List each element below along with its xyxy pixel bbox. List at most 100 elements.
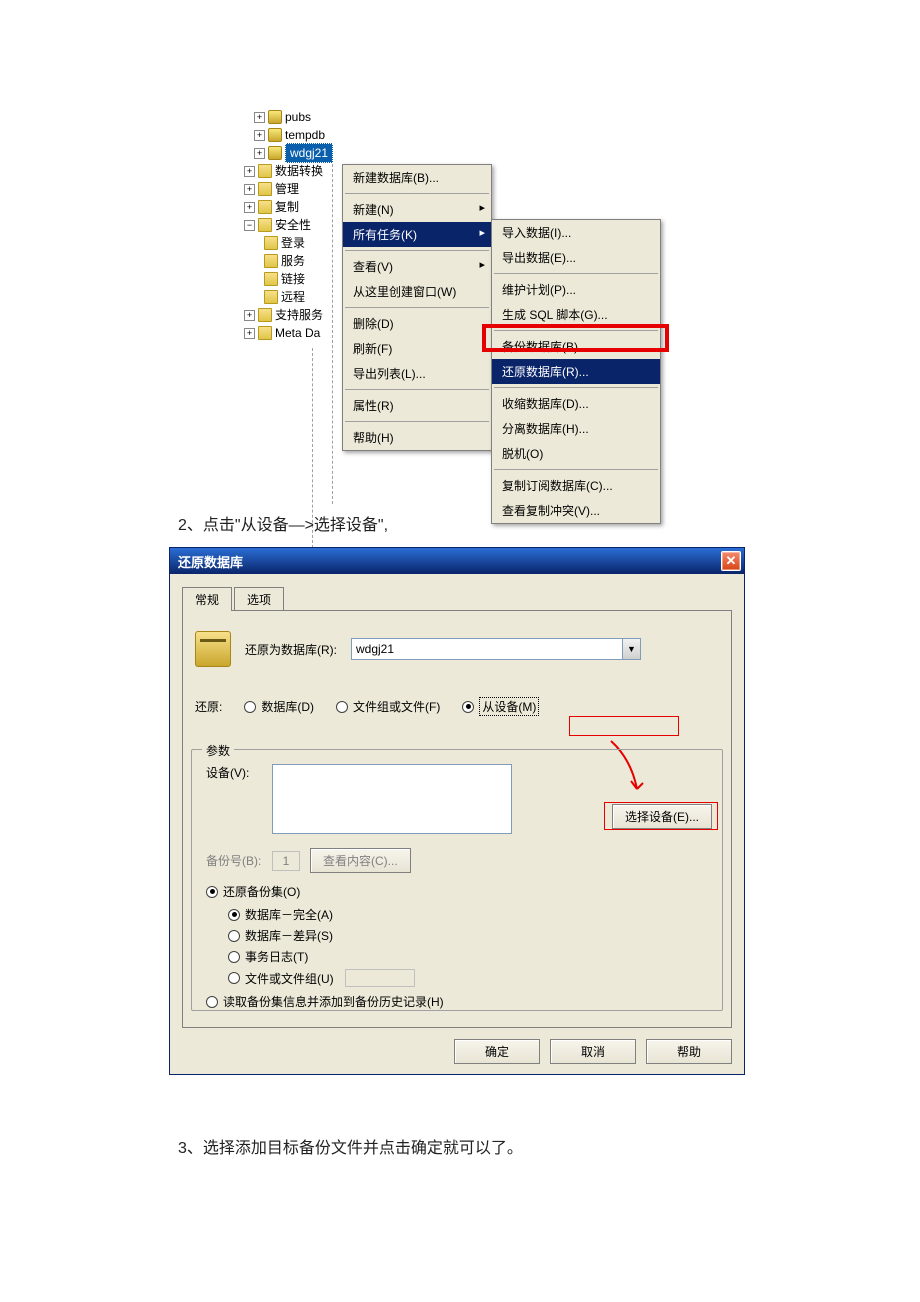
tree-label: 链接 (281, 270, 305, 288)
menu-separator (345, 307, 489, 308)
expander-plus-icon[interactable] (254, 148, 265, 159)
radio-label: 事务日志(T) (245, 948, 308, 965)
radio-filegroup[interactable]: 文件组或文件(F) (336, 698, 440, 715)
expander-plus-icon[interactable] (244, 184, 255, 195)
radio-dot-checked-icon (228, 909, 240, 921)
folder-icon (258, 308, 272, 322)
expander-minus-icon[interactable] (244, 220, 255, 231)
menu-separator (494, 273, 658, 274)
radio-database[interactable]: 数据库(D) (244, 698, 314, 715)
radio-restore-backup-set[interactable]: 还原备份集(O) (206, 883, 300, 900)
dropdown-arrow-icon[interactable]: ▼ (622, 639, 640, 659)
tree-label-selected: wdgj21 (285, 143, 333, 163)
ctx-item-delete[interactable]: 删除(D) (343, 311, 491, 336)
ctx-item-gen-sql[interactable]: 生成 SQL 脚本(G)... (492, 302, 660, 327)
ctx-item-new[interactable]: 新建(N) (343, 197, 491, 222)
expander-plus-icon[interactable] (254, 130, 265, 141)
radio-file-or-filegroup[interactable]: 文件或文件组(U) (228, 969, 712, 987)
restore-as-label: 还原为数据库(R): (245, 641, 337, 658)
tree-label: Meta Da (275, 324, 320, 342)
filegroup-textbox-disabled (345, 969, 415, 987)
ctx-item-help[interactable]: 帮助(H) (343, 425, 491, 450)
expander-plus-icon[interactable] (254, 112, 265, 123)
tree-node-tempdb[interactable]: tempdb (244, 126, 364, 144)
radio-label: 文件组或文件(F) (353, 698, 440, 715)
restore-as-value: wdgj21 (356, 642, 394, 656)
folder-icon (264, 236, 278, 250)
ctx-item-view[interactable]: 查看(V) (343, 254, 491, 279)
radio-db-complete[interactable]: 数据库－完全(A) (228, 906, 712, 923)
cancel-button[interactable]: 取消 (550, 1039, 636, 1064)
radio-dot-icon (206, 996, 218, 1008)
radio-from-device[interactable]: 从设备(M) (462, 697, 539, 716)
help-button[interactable]: 帮助 (646, 1039, 732, 1064)
restore-as-combobox[interactable]: wdgj21 ▼ (351, 638, 641, 660)
expander-plus-icon[interactable] (244, 328, 255, 339)
ctx-item-export-list[interactable]: 导出列表(L)... (343, 361, 491, 386)
ctx-item-properties[interactable]: 属性(R) (343, 393, 491, 418)
expander-plus-icon[interactable] (244, 310, 255, 321)
ok-button[interactable]: 确定 (454, 1039, 540, 1064)
tree-label: 复制 (275, 198, 299, 216)
tree-label: pubs (285, 108, 311, 126)
database-icon (268, 146, 282, 160)
ctx-item-backup-db[interactable]: 备份数据库(B)... (492, 334, 660, 359)
ctx-item-import-data[interactable]: 导入数据(I)... (492, 220, 660, 245)
radio-label: 还原备份集(O) (223, 883, 300, 900)
radio-label: 文件或文件组(U) (245, 970, 334, 987)
dialog-titlebar: 还原数据库 ✕ (170, 548, 744, 574)
context-menu-level1: 新建数据库(B)... 新建(N) 所有任务(K) 查看(V) 从这里创建窗口(… (342, 164, 492, 451)
close-button[interactable]: ✕ (721, 551, 741, 571)
ctx-item-view-conflicts[interactable]: 查看复制冲突(V)... (492, 498, 660, 523)
ctx-item-copy-sub[interactable]: 复制订阅数据库(C)... (492, 473, 660, 498)
ctx-item-detach-db[interactable]: 分离数据库(H)... (492, 416, 660, 441)
ctx-item-restore-db[interactable]: 还原数据库(R)... (492, 359, 660, 384)
expander-plus-icon[interactable] (244, 166, 255, 177)
radio-label: 读取备份集信息并添加到备份历史记录(H) (223, 993, 444, 1010)
ctx-item-shrink-db[interactable]: 收缩数据库(D)... (492, 391, 660, 416)
devices-label: 设备(V): (206, 764, 262, 781)
dialog-title: 还原数据库 (178, 552, 243, 571)
devices-textbox[interactable] (272, 764, 512, 834)
tree-label: tempdb (285, 126, 325, 144)
ctx-item-maint-plan[interactable]: 维护计划(P)... (492, 277, 660, 302)
radio-dot-icon (336, 701, 348, 713)
radio-label: 数据库(D) (261, 698, 314, 715)
tab-general[interactable]: 常规 (182, 587, 232, 611)
radio-dot-icon (244, 701, 256, 713)
tree-label: 远程 (281, 288, 305, 306)
folder-icon (258, 200, 272, 214)
restore-database-dialog: 还原数据库 ✕ 常规 选项 还原为数据库(R): wdgj21 ▼ 还原: (169, 547, 745, 1075)
radio-db-diff[interactable]: 数据库－差异(S) (228, 927, 712, 944)
backup-number-value: 1 (272, 851, 300, 871)
menu-separator (345, 389, 489, 390)
radio-txlog[interactable]: 事务日志(T) (228, 948, 712, 965)
menu-separator (345, 421, 489, 422)
radio-label-focused: 从设备(M) (479, 697, 539, 716)
folder-icon (258, 218, 272, 232)
ctx-item-refresh[interactable]: 刷新(F) (343, 336, 491, 361)
select-device-button[interactable]: 选择设备(E)... (612, 804, 712, 829)
view-contents-button: 查看内容(C)... (310, 848, 411, 873)
restore-label: 还原: (195, 698, 222, 715)
folder-icon (258, 182, 272, 196)
radio-dot-checked-icon (206, 886, 218, 898)
menu-separator (494, 330, 658, 331)
radio-read-backup-info[interactable]: 读取备份集信息并添加到备份历史记录(H) (206, 993, 444, 1010)
tab-options[interactable]: 选项 (234, 587, 284, 611)
tab-panel-general: 还原为数据库(R): wdgj21 ▼ 还原: 数据库(D) 文件组或文件(F) (182, 610, 732, 1028)
ctx-item-export-data[interactable]: 导出数据(E)... (492, 245, 660, 270)
ctx-item-new-window[interactable]: 从这里创建窗口(W) (343, 279, 491, 304)
parameters-groupbox: 参数 设备(V): 选择设备(E)... 备份号(B): 1 查看内容(C)..… (191, 749, 723, 1011)
ctx-item-all-tasks[interactable]: 所有任务(K) (343, 222, 491, 247)
ctx-item-new-database[interactable]: 新建数据库(B)... (343, 165, 491, 190)
ctx-item-offline[interactable]: 脱机(O) (492, 441, 660, 466)
context-menu-level2: 导入数据(I)... 导出数据(E)... 维护计划(P)... 生成 SQL … (491, 219, 661, 524)
backup-number-label: 备份号(B): (206, 852, 262, 869)
menu-separator (494, 469, 658, 470)
annotation-red-box-from-device (569, 716, 679, 736)
tree-label: 安全性 (275, 216, 311, 234)
tree-node-wdgj21-selected[interactable]: wdgj21 (244, 144, 364, 162)
tree-node-pubs[interactable]: pubs (244, 108, 364, 126)
expander-plus-icon[interactable] (244, 202, 255, 213)
